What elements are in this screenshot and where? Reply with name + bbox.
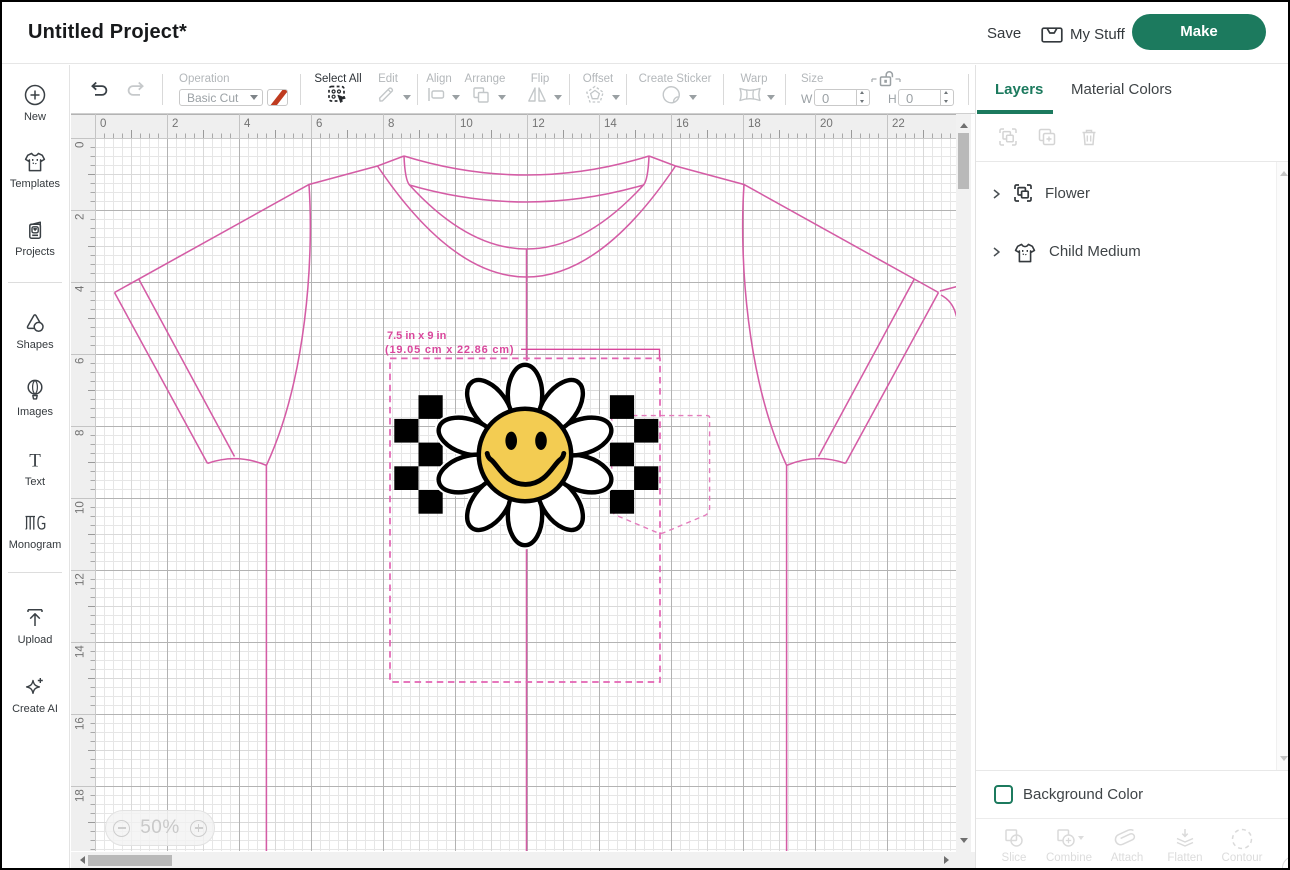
svg-text:14: 14 — [75, 645, 87, 658]
svg-text:18: 18 — [75, 789, 87, 802]
svg-text:14: 14 — [604, 118, 617, 130]
svg-text:T: T — [29, 451, 41, 472]
svg-text:7.5 in x 9 in: 7.5 in x 9 in — [387, 330, 447, 342]
svg-text:6: 6 — [316, 118, 322, 130]
svg-text:2: 2 — [75, 214, 87, 220]
svg-text:10: 10 — [460, 118, 473, 130]
svg-text:18: 18 — [748, 118, 761, 130]
svg-text:0: 0 — [75, 142, 87, 148]
svg-text:20: 20 — [820, 118, 833, 130]
svg-text:0: 0 — [100, 118, 106, 130]
svg-text:16: 16 — [75, 717, 87, 730]
svg-text:(19.05 cm x 22.86 cm): (19.05 cm x 22.86 cm) — [385, 344, 514, 356]
svg-text:22: 22 — [892, 118, 905, 130]
svg-text:12: 12 — [75, 573, 87, 586]
svg-text:12: 12 — [532, 118, 545, 130]
svg-text:2: 2 — [172, 118, 178, 130]
svg-text:8: 8 — [75, 430, 87, 436]
svg-text:16: 16 — [676, 118, 689, 130]
svg-text:4: 4 — [75, 285, 87, 292]
svg-text:4: 4 — [244, 118, 251, 130]
svg-text:8: 8 — [388, 118, 394, 130]
svg-text:6: 6 — [75, 358, 87, 364]
svg-text:10: 10 — [75, 501, 87, 514]
